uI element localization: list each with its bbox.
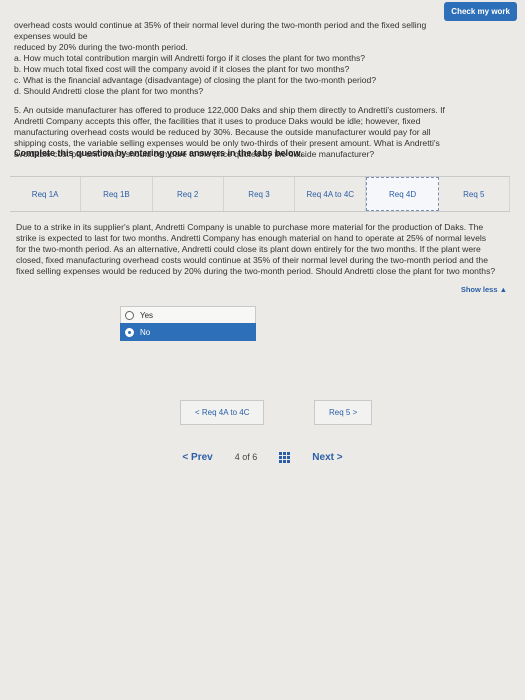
tab-req-4d[interactable]: Req 4D	[366, 177, 439, 211]
option-label: No	[140, 327, 151, 337]
option-label: Yes	[140, 310, 154, 320]
tab-req-1a[interactable]: Req 1A	[10, 177, 82, 211]
answer-options: Yes No	[120, 306, 256, 341]
radio-icon[interactable]	[125, 310, 134, 320]
page-navigation: < Prev 4 of 6 Next >	[0, 442, 525, 472]
prev-requirement-button[interactable]: < Req 4A to 4C	[180, 400, 265, 425]
intro-line: a. How much total contribution margin wi…	[14, 53, 366, 63]
intro-line: d. Should Andretti close the plant for t…	[14, 86, 204, 96]
option-yes[interactable]: Yes	[120, 306, 256, 324]
intro-line: reduced by 20% during the two-month peri…	[14, 42, 188, 52]
page-total: 6	[252, 452, 258, 462]
tab-req-2[interactable]: Req 2	[153, 177, 224, 211]
radio-selected-icon[interactable]	[125, 327, 134, 337]
option-no[interactable]: No	[120, 323, 256, 341]
requirement-navigation: < Req 4A to 4C Req 5 >	[0, 400, 525, 430]
page-of: of	[242, 452, 250, 462]
requirement-tabs: Req 1A Req 1B Req 2 Req 3 Req 4A to 4C R…	[10, 176, 510, 212]
homework-page: Check my work overhead costs would conti…	[0, 0, 525, 700]
instructions: Complete this question by entering your …	[14, 148, 303, 158]
next-page-link[interactable]: Next >	[312, 452, 342, 463]
tab-req-5[interactable]: Req 5	[439, 177, 510, 211]
intro-line: overhead costs would continue at 35% of …	[14, 20, 427, 41]
intro-line: c. What is the financial advantage (disa…	[14, 75, 377, 85]
page-indicator: 4 of 6	[235, 452, 258, 462]
tab-req-4a-to-4c[interactable]: Req 4A to 4C	[295, 177, 367, 211]
tab-req-1b[interactable]: Req 1B	[81, 177, 153, 211]
grid-menu-icon[interactable]	[279, 451, 291, 463]
page-current: 4	[234, 452, 240, 462]
prev-page-link[interactable]: < Prev	[182, 452, 212, 463]
next-requirement-button[interactable]: Req 5 >	[314, 400, 373, 425]
check-my-work-button[interactable]: Check my work	[444, 2, 517, 21]
show-less-link[interactable]: Show less ▲	[461, 285, 507, 294]
problem-intro: overhead costs would continue at 35% of …	[14, 20, 454, 160]
tab-req-3[interactable]: Req 3	[224, 177, 296, 211]
question-text: Due to a strike in its supplier's plant,…	[16, 222, 496, 276]
intro-line: b. How much total fixed cost will the co…	[14, 64, 350, 74]
